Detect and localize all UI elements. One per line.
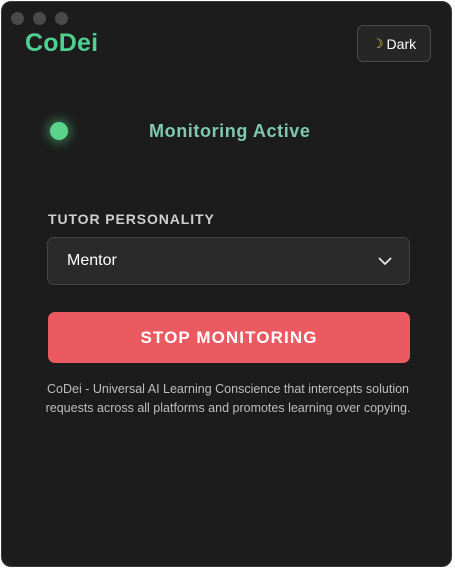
personality-selected-value: Mentor [67, 252, 117, 269]
personality-select[interactable]: Mentor [47, 237, 410, 285]
personality-label: TUTOR PERSONALITY [48, 211, 215, 227]
theme-toggle-label: Dark [386, 35, 417, 52]
moon-icon: ☽ [371, 35, 384, 51]
status-indicator [50, 122, 68, 140]
chevron-down-icon [377, 253, 393, 269]
stop-monitoring-button[interactable]: STOP MONITORING [48, 312, 410, 363]
app-logo: CoDei [25, 29, 99, 57]
zoom-window-button[interactable] [55, 12, 68, 25]
window-controls [11, 12, 68, 25]
theme-toggle-button[interactable]: ☽ Dark [357, 25, 431, 62]
app-window: CoDei ☽ Dark Monitoring Active TUTOR PER… [1, 1, 452, 567]
app-description: CoDei - Universal AI Learning Conscience… [45, 382, 411, 415]
close-window-button[interactable] [11, 12, 24, 25]
minimize-window-button[interactable] [33, 12, 46, 25]
status-text: Monitoring Active [149, 121, 311, 141]
